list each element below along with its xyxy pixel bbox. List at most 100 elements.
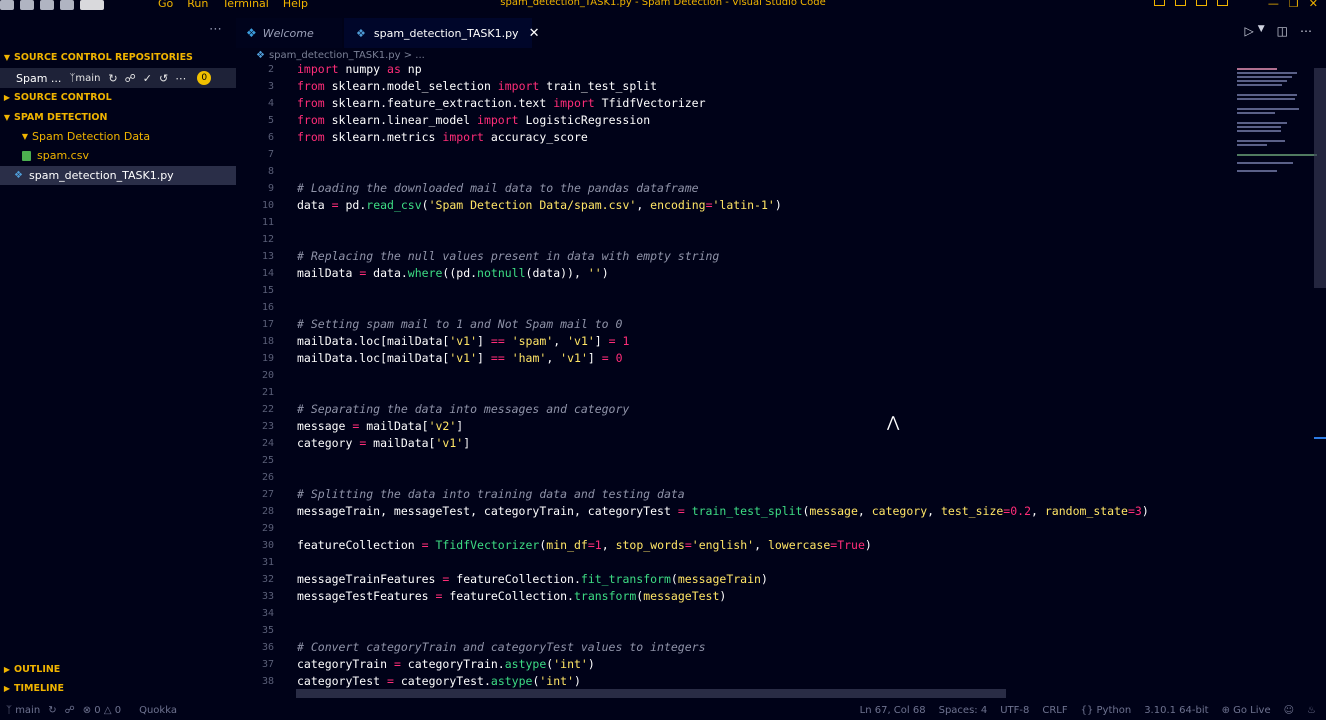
section-source-control[interactable]: ▶ SOURCE CONTROL bbox=[0, 88, 236, 106]
sync-icon[interactable]: ↻ bbox=[108, 72, 117, 85]
code-line: 35 bbox=[261, 625, 274, 636]
customize-layout-icon[interactable] bbox=[1216, 0, 1228, 6]
toggle-secondary-sidebar-icon[interactable] bbox=[1195, 0, 1207, 6]
run-icon[interactable]: ▷ bbox=[1245, 24, 1254, 38]
horizontal-scrollbar[interactable] bbox=[296, 689, 1006, 698]
repository-name: Spam ... bbox=[16, 71, 62, 85]
go-live-button[interactable]: ⊕ Go Live bbox=[1222, 705, 1271, 716]
sidebar: ⋯ ▼ SOURCE CONTROL REPOSITORIES Spam ...… bbox=[0, 18, 236, 700]
language-mode[interactable]: {} Python bbox=[1081, 705, 1132, 716]
vscode-icon: ❖ bbox=[246, 26, 257, 40]
code-line: 25 bbox=[261, 455, 274, 466]
code-line: 26 bbox=[261, 472, 274, 483]
code-line: 31 bbox=[261, 557, 274, 568]
branch-indicator[interactable]: ᛉmain bbox=[69, 73, 100, 84]
graph-icon[interactable]: ☍ bbox=[125, 72, 136, 85]
minimap[interactable] bbox=[1233, 66, 1317, 176]
python-file-icon: ❖ bbox=[14, 170, 23, 181]
chevron-right-icon: ▶ bbox=[3, 664, 11, 674]
bell-icon[interactable]: ♨ bbox=[1307, 705, 1316, 716]
section-outline[interactable]: ▶ OUTLINE bbox=[0, 660, 236, 678]
code-line: 36 # Convert categoryTrain and categoryTe… bbox=[261, 640, 706, 654]
code-line: 30 featureCollection = TfidfVectorizer(mi… bbox=[261, 538, 872, 552]
code-line: 38 categoryTest = categoryTest.astype('in… bbox=[261, 674, 581, 688]
code-line: 37 categoryTrain = categoryTrain.astype('… bbox=[261, 657, 595, 671]
code-line: 14 mailData = data.where((pd.notnull(data… bbox=[261, 266, 609, 280]
breadcrumb[interactable]: ❖ spam_detection_TASK1.py > ... bbox=[256, 50, 425, 61]
code-line: 29 bbox=[261, 523, 274, 534]
code-line: 28 messageTrain, messageTest, categoryTra… bbox=[261, 504, 1149, 518]
refresh-icon[interactable]: ↺ bbox=[159, 72, 168, 85]
code-line: 17 # Setting spam mail to 1 and Not Spam … bbox=[261, 317, 623, 331]
section-spam-detection[interactable]: ▼ SPAM DETECTION bbox=[0, 108, 236, 126]
chevron-down-icon[interactable]: ▼ bbox=[1258, 24, 1265, 38]
problems-status[interactable]: ⊗ 0 △ 0 bbox=[83, 705, 121, 716]
csv-file-icon bbox=[22, 150, 31, 161]
line-ending[interactable]: CRLF bbox=[1042, 705, 1067, 716]
tab-spam-detection-task1[interactable]: ❖ spam_detection_TASK1.py ✕ bbox=[344, 18, 539, 48]
repository-row[interactable]: Spam ... ᛉmain ↻ ☍ ✓ ↺ ⋯ 0 bbox=[0, 68, 236, 88]
sync-icon[interactable]: ↻ bbox=[48, 705, 56, 716]
account-icon[interactable]: ☺ bbox=[1284, 705, 1294, 716]
python-file-icon: ❖ bbox=[256, 50, 265, 61]
tab-welcome[interactable]: ❖ Welcome bbox=[236, 18, 342, 48]
code-line: 12 bbox=[261, 234, 274, 245]
branch-status[interactable]: ᛉ main bbox=[6, 705, 40, 716]
chevron-down-icon: ▼ bbox=[21, 132, 28, 141]
vertical-scrollbar[interactable] bbox=[1314, 68, 1326, 288]
toggle-primary-sidebar-icon[interactable] bbox=[1153, 0, 1165, 6]
close-window-icon[interactable]: ✕ bbox=[1309, 0, 1318, 10]
scroll-position-marker bbox=[1314, 437, 1326, 439]
folder-spam-detection-data[interactable]: ▼ Spam Detection Data bbox=[0, 127, 236, 146]
code-line: 21 bbox=[261, 387, 274, 398]
more-actions-icon[interactable]: ⋯ bbox=[209, 22, 222, 37]
minimize-icon[interactable]: — bbox=[1268, 0, 1279, 10]
maximize-icon[interactable]: ❐ bbox=[1289, 0, 1299, 10]
chevron-right-icon: ▶ bbox=[3, 683, 11, 693]
code-line: 9 # Loading the downloaded mail data to t… bbox=[267, 181, 699, 195]
graph-icon[interactable]: ☍ bbox=[65, 705, 75, 716]
cursor-position[interactable]: Ln 67, Col 68 bbox=[860, 705, 926, 716]
editor-tabs: ❖ Welcome ❖ spam_detection_TASK1.py ✕ ▷ … bbox=[236, 18, 1326, 48]
indentation[interactable]: Spaces: 4 bbox=[939, 705, 988, 716]
code-line: 16 bbox=[261, 302, 274, 313]
toggle-panel-icon[interactable] bbox=[1174, 0, 1186, 6]
chevron-right-icon: ▶ bbox=[3, 92, 11, 102]
editor-actions: ▷ ▼ ◫ ⋯ bbox=[1245, 24, 1313, 38]
chevron-down-icon: ▼ bbox=[3, 112, 11, 122]
more-icon[interactable]: ⋯ bbox=[175, 72, 186, 85]
title-bar: Go Run Terminal Help spam_detection_TASK… bbox=[0, 0, 1326, 12]
code-line: 13 # Replacing the null values present in… bbox=[261, 249, 720, 263]
python-interpreter[interactable]: 3.10.1 64-bit bbox=[1144, 705, 1208, 716]
code-line: 6 from sklearn.metrics import accuracy_sc… bbox=[267, 130, 588, 144]
split-editor-icon[interactable]: ◫ bbox=[1277, 24, 1288, 38]
file-spam-csv[interactable]: spam.csv bbox=[0, 146, 236, 165]
file-encoding[interactable]: UTF-8 bbox=[1000, 705, 1029, 716]
code-line: 4 from sklearn.feature_extraction.text im… bbox=[267, 96, 706, 110]
code-line: 10 data = pd.read_csv('Spam Detection Dat… bbox=[261, 198, 782, 212]
code-line: 24 category = mailData['v1'] bbox=[261, 436, 471, 450]
code-line: 7 bbox=[267, 149, 274, 160]
section-source-control-repositories[interactable]: ▼ SOURCE CONTROL REPOSITORIES bbox=[0, 48, 236, 66]
section-timeline[interactable]: ▶ TIMELINE bbox=[0, 679, 236, 697]
file-spam-detection-task1[interactable]: ❖ spam_detection_TASK1.py bbox=[0, 166, 236, 185]
chevron-down-icon: ▼ bbox=[3, 52, 11, 62]
code-line: 27 # Splitting the data into training dat… bbox=[261, 487, 685, 501]
code-line: 20 bbox=[261, 370, 274, 381]
text-cursor-icon: ⋀ bbox=[887, 413, 900, 431]
code-line: 3 from sklearn.model_selection import tra… bbox=[267, 79, 658, 93]
code-line: 18 mailData.loc[mailData['v1'] == 'spam',… bbox=[261, 334, 630, 348]
close-tab-icon[interactable]: ✕ bbox=[529, 26, 540, 41]
code-line: 8 bbox=[267, 166, 274, 177]
code-line: 19 mailData.loc[mailData['v1'] == 'ham', … bbox=[261, 351, 623, 365]
code-line: 2 import numpy as np bbox=[267, 62, 422, 76]
code-line: 33 messageTestFeatures = featureCollectio… bbox=[261, 589, 727, 603]
commit-check-icon[interactable]: ✓ bbox=[143, 72, 152, 85]
code-line: 22 # Separating the data into messages an… bbox=[261, 402, 630, 416]
quokka-status[interactable]: Quokka bbox=[139, 705, 177, 716]
code-line: 11 bbox=[261, 217, 274, 228]
more-actions-icon[interactable]: ⋯ bbox=[1300, 24, 1312, 38]
code-line: 23 message = mailData['v2'] bbox=[261, 419, 464, 433]
code-editor[interactable]: 2 import numpy as np 3 from sklearn.model_… bbox=[236, 62, 1326, 690]
code-line: 15 bbox=[261, 285, 274, 296]
